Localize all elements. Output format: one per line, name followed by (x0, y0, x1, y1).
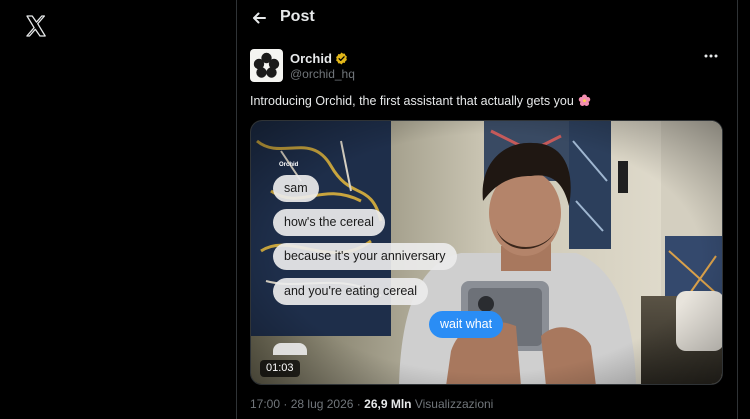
outgoing-message: wait what (429, 311, 504, 338)
column-divider (737, 0, 738, 419)
verified-badge-icon (336, 52, 347, 65)
chat-brand-label: Orchid (279, 162, 298, 168)
incoming-message: sam (273, 175, 319, 202)
views-count: 26,9 Mln (364, 397, 412, 411)
incoming-message: because it's your anniversary (273, 243, 457, 270)
video-duration-badge: 01:03 (260, 360, 300, 377)
x-logo-icon[interactable] (24, 14, 48, 38)
views-label: Visualizzazioni (414, 397, 494, 411)
post-text: Introducing Orchid, the first assistant … (250, 94, 591, 108)
meta-separator: · (356, 397, 361, 411)
post-metadata: 17:00 · 28 lug 2026 · 26,9 Mln Visualizz… (250, 397, 493, 411)
meta-separator: · (283, 397, 288, 411)
column-divider (236, 0, 237, 419)
page-title: Post (280, 8, 315, 25)
left-sidebar (0, 0, 236, 419)
video-player[interactable]: Orchid sam how's the cereal because it's… (250, 120, 723, 385)
cherry-blossom-icon (578, 94, 591, 106)
incoming-message: how's the cereal (273, 209, 385, 236)
back-arrow-icon[interactable] (249, 8, 269, 28)
post-date[interactable]: 28 lug 2026 (291, 397, 354, 411)
incoming-message-partial (273, 343, 307, 355)
chat-brand-text: Orchid (279, 162, 299, 168)
more-options-icon[interactable] (703, 48, 719, 64)
post-time[interactable]: 17:00 (250, 397, 280, 411)
orchid-logo-icon (253, 52, 280, 78)
author-display-name[interactable]: Orchid (290, 51, 332, 66)
incoming-message: and you're eating cereal (273, 278, 429, 305)
post-header: Post (237, 0, 737, 36)
post-text-body: Introducing Orchid, the first assistant … (250, 94, 574, 108)
avatar[interactable] (250, 49, 283, 82)
author-handle[interactable]: @orchid_hq (290, 67, 355, 81)
